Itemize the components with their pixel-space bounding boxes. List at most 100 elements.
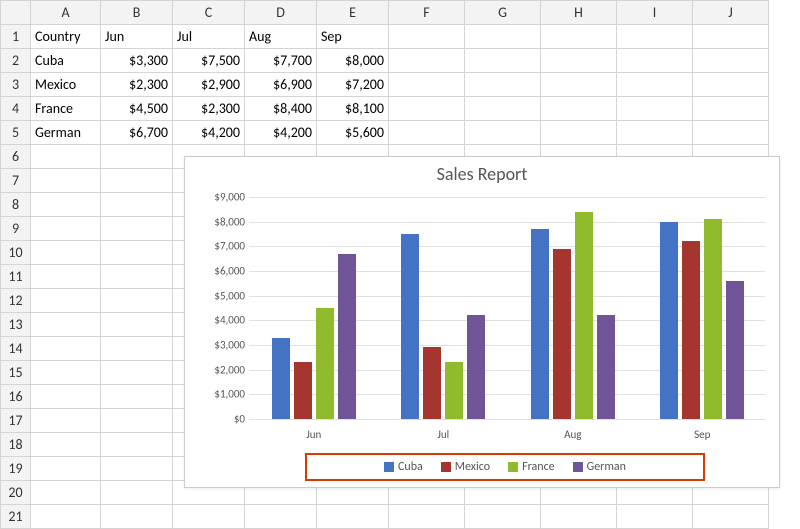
row-header[interactable]: 2 (1, 49, 31, 73)
cell[interactable] (693, 49, 769, 73)
cell[interactable] (693, 505, 769, 529)
chart-legend[interactable]: CubaMexicoFranceGerman (305, 453, 705, 481)
row-header[interactable]: 3 (1, 73, 31, 97)
corner-cell[interactable] (1, 1, 31, 25)
cell[interactable]: Jul (173, 25, 245, 49)
cell[interactable]: Cuba (31, 49, 101, 73)
cell[interactable] (389, 25, 465, 49)
cell[interactable]: $2,300 (173, 97, 245, 121)
cell[interactable] (465, 73, 541, 97)
chart-bar[interactable] (467, 315, 485, 419)
row-header[interactable]: 4 (1, 97, 31, 121)
chart-container[interactable]: Sales Report $0$1,000$2,000$3,000$4,000$… (184, 156, 780, 488)
row-header[interactable]: 16 (1, 385, 31, 409)
cell[interactable] (693, 25, 769, 49)
cell[interactable]: Jun (101, 25, 173, 49)
chart-bar[interactable] (423, 347, 441, 419)
cell[interactable] (389, 505, 465, 529)
cell[interactable] (617, 49, 693, 73)
chart-bar[interactable] (575, 212, 593, 419)
legend-item[interactable]: Cuba (384, 460, 423, 474)
cell[interactable]: $8,400 (245, 97, 317, 121)
row-header[interactable]: 18 (1, 433, 31, 457)
cell[interactable]: $8,000 (317, 49, 389, 73)
row-header[interactable]: 13 (1, 313, 31, 337)
cell[interactable]: Mexico (31, 73, 101, 97)
col-header[interactable]: I (617, 1, 693, 25)
cell[interactable] (31, 289, 101, 313)
legend-item[interactable]: Mexico (441, 460, 490, 474)
cell[interactable] (617, 73, 693, 97)
row-header[interactable]: 20 (1, 481, 31, 505)
cell[interactable] (101, 169, 173, 193)
col-header[interactable]: H (541, 1, 617, 25)
cell[interactable]: $8,100 (317, 97, 389, 121)
cell[interactable] (101, 313, 173, 337)
cell[interactable] (31, 169, 101, 193)
cell[interactable]: $4,500 (101, 97, 173, 121)
cell[interactable] (389, 73, 465, 97)
cell[interactable] (541, 505, 617, 529)
chart-bar[interactable] (597, 315, 615, 419)
cell[interactable]: $5,600 (317, 121, 389, 145)
cell[interactable] (101, 505, 173, 529)
row-header[interactable]: 6 (1, 145, 31, 169)
cell[interactable] (31, 457, 101, 481)
cell[interactable] (617, 121, 693, 145)
cell[interactable] (101, 289, 173, 313)
cell[interactable]: $2,900 (173, 73, 245, 97)
cell[interactable] (541, 49, 617, 73)
row-header[interactable]: 7 (1, 169, 31, 193)
cell[interactable] (245, 505, 317, 529)
cell[interactable] (31, 241, 101, 265)
cell[interactable] (101, 433, 173, 457)
cell[interactable] (101, 409, 173, 433)
cell[interactable] (617, 97, 693, 121)
cell[interactable] (541, 121, 617, 145)
cell[interactable] (465, 505, 541, 529)
row-header[interactable]: 14 (1, 337, 31, 361)
cell[interactable]: $7,700 (245, 49, 317, 73)
chart-bar[interactable] (553, 249, 571, 419)
col-header[interactable]: A (31, 1, 101, 25)
cell[interactable]: $3,300 (101, 49, 173, 73)
cell[interactable] (31, 265, 101, 289)
chart-bar[interactable] (316, 308, 334, 419)
row-header[interactable]: 10 (1, 241, 31, 265)
cell[interactable] (541, 97, 617, 121)
chart-bar[interactable] (682, 241, 700, 419)
cell[interactable] (389, 49, 465, 73)
cell[interactable]: $7,500 (173, 49, 245, 73)
cell[interactable] (31, 505, 101, 529)
col-header[interactable]: D (245, 1, 317, 25)
row-header[interactable]: 15 (1, 361, 31, 385)
cell[interactable]: $4,200 (173, 121, 245, 145)
col-header[interactable]: C (173, 1, 245, 25)
cell[interactable] (31, 481, 101, 505)
chart-bar[interactable] (726, 281, 744, 419)
row-header[interactable]: 11 (1, 265, 31, 289)
row-header[interactable]: 9 (1, 217, 31, 241)
cell[interactable] (541, 73, 617, 97)
cell[interactable] (693, 73, 769, 97)
cell[interactable] (541, 25, 617, 49)
cell[interactable] (693, 97, 769, 121)
chart-bar[interactable] (272, 338, 290, 419)
row-header[interactable]: 5 (1, 121, 31, 145)
cell[interactable]: $7,200 (317, 73, 389, 97)
cell[interactable] (101, 241, 173, 265)
cell[interactable]: $6,900 (245, 73, 317, 97)
chart-bar[interactable] (401, 234, 419, 419)
cell[interactable] (31, 313, 101, 337)
cell[interactable] (317, 505, 389, 529)
col-header[interactable]: B (101, 1, 173, 25)
cell[interactable] (693, 121, 769, 145)
row-header[interactable]: 19 (1, 457, 31, 481)
cell[interactable] (617, 25, 693, 49)
col-header[interactable]: J (693, 1, 769, 25)
chart-bar[interactable] (704, 219, 722, 419)
cell[interactable] (465, 121, 541, 145)
cell[interactable]: German (31, 121, 101, 145)
cell[interactable] (101, 265, 173, 289)
cell[interactable] (101, 385, 173, 409)
